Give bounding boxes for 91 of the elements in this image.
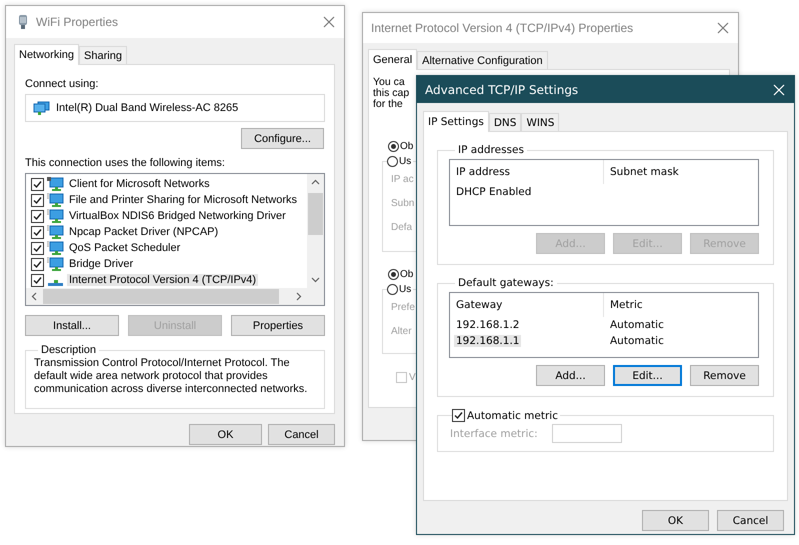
intro-text: this cap: [373, 88, 410, 99]
list-item[interactable]: Npcap Packet Driver (NPCAP): [67, 226, 220, 238]
add-button[interactable]: Add...: [536, 365, 605, 386]
table-cell-text: Automatic: [609, 319, 665, 331]
tab[interactable]: Sharing: [79, 46, 127, 64]
checkbox[interactable]: [31, 274, 44, 286]
ok-button[interactable]: OK: [189, 424, 262, 445]
radio-button[interactable]: [387, 284, 398, 295]
install-button[interactable]: Install...: [25, 315, 119, 336]
column-header[interactable]: Metric: [604, 293, 758, 317]
list-item[interactable]: Internet Protocol Version 4 (TCP/IPv4): [67, 274, 258, 286]
checkbox[interactable]: [31, 258, 44, 270]
checkbox-label: V: [409, 372, 416, 383]
table-cell-text: Automatic: [609, 335, 665, 347]
field-label: This connection uses the following items:: [25, 157, 226, 169]
network-monitor-icon: [47, 241, 64, 255]
intro-text: You ca: [373, 77, 405, 88]
input-field[interactable]: [552, 424, 622, 443]
network-monitor-icon: [47, 177, 64, 191]
field-label: Subn: [391, 198, 414, 208]
group-label: IP addresses: [458, 144, 524, 156]
column-header[interactable]: Subnet mask: [604, 160, 758, 184]
scroll-thumb[interactable]: [43, 289, 279, 304]
radio-button[interactable]: [388, 268, 399, 280]
cancel-button[interactable]: Cancel: [268, 424, 335, 445]
radio-button[interactable]: [387, 156, 398, 167]
radio-button[interactable]: [388, 140, 399, 152]
checkbox[interactable]: [31, 178, 44, 190]
close-icon[interactable]: [717, 22, 729, 34]
tab[interactable]: IP Settings: [423, 111, 489, 132]
check-icon: [32, 210, 43, 222]
check-icon: [32, 274, 43, 286]
field-label: Prefe: [391, 302, 415, 312]
radio-label: Ob: [400, 268, 414, 280]
ok-button[interactable]: OK: [642, 510, 709, 531]
field-label: IP ac: [391, 174, 414, 184]
check-icon: [32, 258, 43, 270]
scroll-thumb[interactable]: [308, 193, 323, 235]
network-monitor-icon: [47, 225, 64, 239]
protocol-icon: [48, 280, 63, 286]
checkbox[interactable]: [31, 194, 44, 206]
check-icon: [453, 410, 464, 421]
network-monitor-icon: [47, 257, 64, 271]
list-item[interactable]: Bridge Driver: [67, 258, 136, 270]
tab[interactable]: Alternative Configuration: [417, 51, 548, 69]
column-header[interactable]: IP address: [450, 160, 604, 184]
checkbox[interactable]: [31, 210, 44, 222]
intro-text: for the: [373, 99, 403, 110]
checkbox[interactable]: [31, 242, 44, 254]
network-monitor-icon: [33, 101, 50, 115]
window-title: Internet Protocol Version 4 (TCP/IPv4) Properties: [371, 21, 634, 35]
list-item[interactable]: QoS Packet Scheduler: [67, 242, 182, 254]
window-title: Advanced TCP/IP Settings: [425, 82, 580, 96]
check-icon: [32, 178, 43, 190]
tab[interactable]: Networking: [14, 44, 80, 65]
table-cell-text: DHCP Enabled: [455, 186, 532, 198]
tab[interactable]: WINS: [521, 113, 560, 131]
radio-label: Us: [399, 284, 412, 295]
list-item[interactable]: VirtualBox NDIS6 Bridged Networking Driver: [67, 210, 288, 222]
field-label: Alter: [391, 326, 412, 336]
field-label: Connect using:: [25, 78, 100, 90]
description-text: Transmission Control Protocol/Internet Protocol. The default wide area network protocol that provides communication across diverse interconnected networks.: [34, 357, 308, 396]
list-item[interactable]: File and Printer Sharing for Microsoft Networks: [67, 194, 300, 206]
cancel-button[interactable]: Cancel: [717, 510, 784, 531]
field-label: Defa: [391, 222, 412, 232]
properties-button[interactable]: Properties: [231, 315, 325, 336]
field-label: Interface metric:: [450, 428, 538, 440]
remove-button[interactable]: Remove: [690, 365, 759, 386]
checkbox-label: Automatic metric: [467, 410, 558, 422]
network-monitor-icon: [47, 209, 64, 223]
close-icon[interactable]: [323, 16, 335, 28]
radio-label: Ob: [400, 140, 414, 152]
check-icon: [32, 242, 43, 254]
configure-button[interactable]: Configure...: [241, 128, 324, 149]
check-icon: [32, 194, 43, 206]
window-title: WiFi Properties: [36, 15, 120, 29]
check-icon: [32, 226, 43, 238]
table-cell: 192.168.1.1: [454, 335, 522, 347]
checkbox[interactable]: [452, 409, 465, 422]
tab[interactable]: General: [368, 49, 418, 70]
adapter-name: Intel(R) Dual Band Wireless-AC 8265: [56, 102, 238, 114]
edit-button[interactable]: Edit...: [613, 365, 682, 386]
column-header[interactable]: Gateway: [450, 293, 604, 317]
group-label: Default gateways:: [458, 277, 554, 289]
radio-label: Us: [399, 156, 412, 167]
tab[interactable]: DNS: [488, 113, 522, 131]
table-cell-text: 192.168.1.2: [455, 319, 520, 331]
network-monitor-icon: [47, 193, 64, 207]
group-label: Description: [41, 344, 96, 356]
list-item[interactable]: Client for Microsoft Networks: [67, 178, 212, 190]
checkbox[interactable]: [31, 226, 44, 238]
